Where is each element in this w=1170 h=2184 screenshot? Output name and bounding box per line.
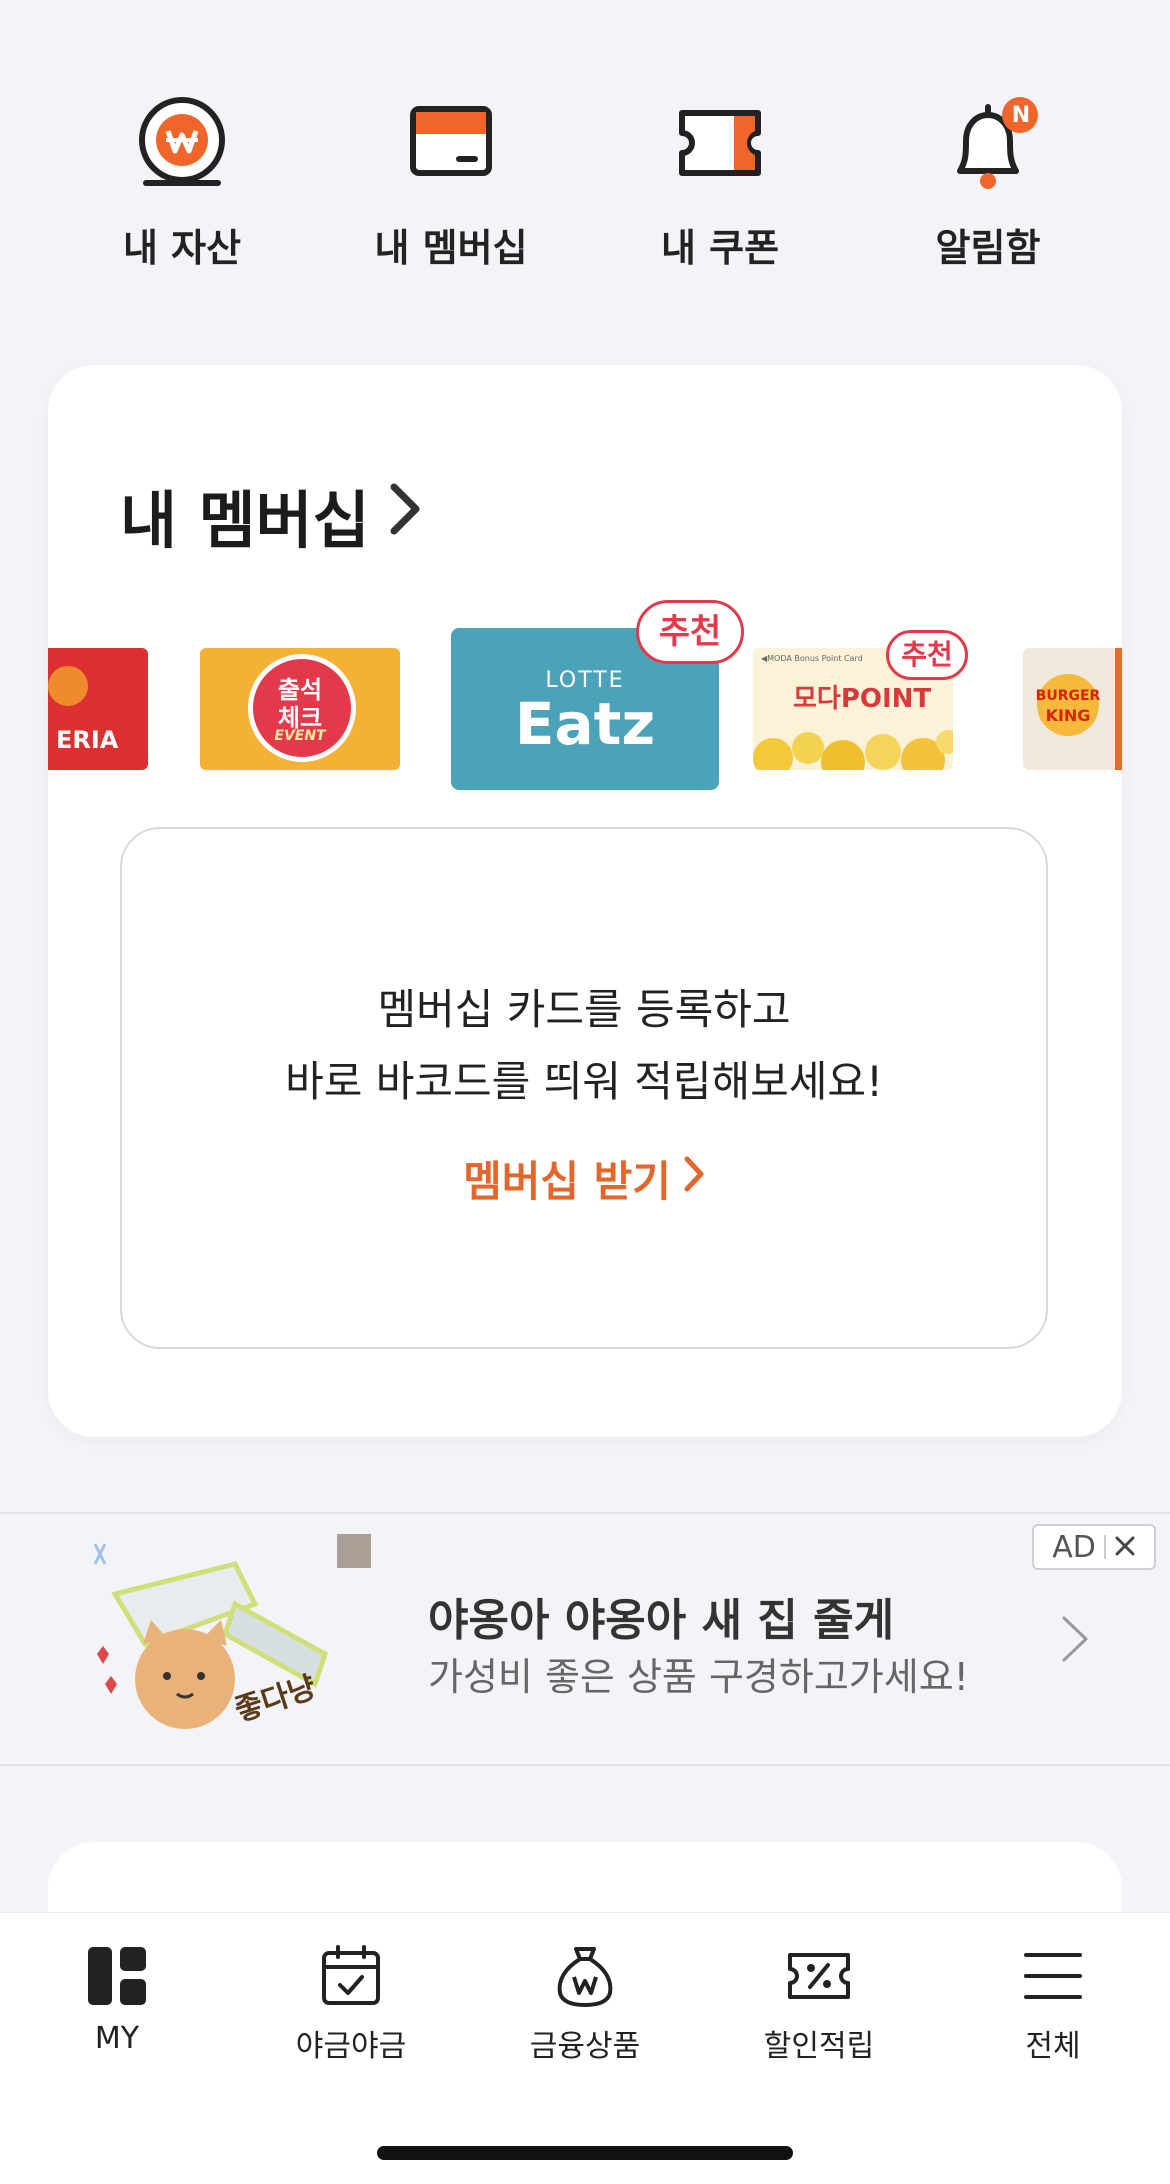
- quick-label-coupon: 내 쿠폰: [660, 226, 780, 270]
- membership-card-burger-king[interactable]: BURGER KING: [1023, 648, 1122, 770]
- ad-image: 좋다냥: [85, 1534, 385, 1744]
- chevron-right-icon: [1060, 1614, 1090, 1668]
- ad-banner[interactable]: 좋다냥 야옹아 야옹아 새 집 줄게 가성비 좋은 상품 구경하고가세요! AD: [0, 1512, 1170, 1766]
- nav-label-discount: 할인적립: [763, 2029, 875, 2064]
- quick-item-membership[interactable]: 내 멤버십: [361, 95, 541, 272]
- quick-menu: 내 자산 내 멤버십 내 쿠폰 N 알림함: [0, 0, 1170, 300]
- nav-label-my: MY: [94, 2021, 140, 2056]
- quick-item-coupon[interactable]: 내 쿠폰: [630, 95, 810, 272]
- close-icon: [1114, 1530, 1136, 1565]
- dashboard-icon: [82, 1941, 152, 2011]
- bottom-nav: MY 야금야금 금융상품 할인적립 전체: [0, 1912, 1170, 2184]
- quick-item-assets[interactable]: 내 자산: [92, 95, 272, 272]
- coupon-icon: [670, 95, 770, 195]
- membership-section: 내 멤버십 ERIA 출석 체크 EVENT LOTTE Eatz 추천 ◀MO…: [48, 365, 1122, 1437]
- membership-register-box: 멤버십 카드를 등록하고 바로 바코드를 띄워 적립해보세요! 멤버십 받기: [120, 827, 1048, 1349]
- quick-label-assets: 내 자산: [122, 226, 242, 270]
- get-membership-button[interactable]: 멤버십 받기: [463, 1148, 705, 1209]
- nav-label-yageum: 야금야금: [295, 2029, 407, 2064]
- card-moda-text: 모다POINT: [793, 684, 932, 714]
- membership-card-lotteria[interactable]: ERIA: [48, 648, 148, 770]
- card-lotteria-text: ERIA: [56, 726, 119, 754]
- calendar-check-icon: [316, 1941, 386, 2011]
- nav-item-discount[interactable]: 할인적립: [719, 1941, 919, 2065]
- bell-icon: N: [938, 95, 1038, 195]
- card-icon: [401, 95, 501, 195]
- nav-label-finance: 금융상품: [529, 2029, 641, 2064]
- quick-item-alarm[interactable]: N 알림함: [898, 95, 1078, 272]
- chevron-right-icon: [388, 479, 422, 552]
- ad-subtext: 가성비 좋은 상품 구경하고가세요!: [428, 1655, 969, 1699]
- nav-label-all: 전체: [1025, 2029, 1081, 2064]
- card-attendance-line3: EVENT: [274, 728, 326, 744]
- membership-card-carousel[interactable]: ERIA 출석 체크 EVENT LOTTE Eatz 추천 ◀MODA Bon…: [48, 600, 1122, 800]
- card-moda-small: ◀MODA Bonus Point Card: [761, 654, 863, 663]
- discount-ticket-icon: [784, 1941, 854, 2011]
- card-bk-line2: KING: [1045, 706, 1091, 725]
- nav-item-my[interactable]: MY: [17, 1941, 217, 2056]
- get-membership-label: 멤버십 받기: [463, 1157, 671, 1206]
- nav-item-yageum[interactable]: 야금야금: [251, 1941, 451, 2065]
- membership-card-attendance[interactable]: 출석 체크 EVENT: [200, 648, 400, 770]
- ad-tag-label: AD: [1052, 1529, 1096, 1565]
- membership-title: 내 멤버십: [120, 484, 370, 557]
- register-text-line2: 바로 바코드를 띄워 적립해보세요!: [285, 1057, 883, 1106]
- membership-title-link[interactable]: 내 멤버십: [120, 470, 422, 560]
- money-bag-icon: [550, 1941, 620, 2011]
- card-eatz-line2: Eatz: [514, 690, 656, 758]
- screen: 내 자산 내 멤버십 내 쿠폰 N 알림함 내 멤버십 ERIA 출석 체크 E…: [0, 0, 1170, 2184]
- register-text-line1: 멤버십 카드를 등록하고: [377, 985, 791, 1034]
- quick-label-membership: 내 멤버십: [374, 226, 528, 270]
- quick-label-alarm: 알림함: [935, 226, 1041, 270]
- nav-item-finance[interactable]: 금융상품: [485, 1941, 685, 2065]
- nav-item-all[interactable]: 전체: [953, 1941, 1153, 2065]
- ad-headline: 야옹아 야옹아 새 집 줄게: [428, 1595, 895, 1646]
- won-coin-icon: [132, 95, 232, 195]
- ad-close-button[interactable]: AD: [1032, 1524, 1156, 1570]
- alarm-new-badge: N: [1011, 103, 1031, 128]
- chevron-right-icon: [683, 1154, 705, 1203]
- recommend-badge: 추천: [636, 600, 744, 664]
- card-bk-line1: BURGER: [1035, 688, 1101, 704]
- menu-icon: [1018, 1941, 1088, 2011]
- home-indicator: [377, 2146, 793, 2160]
- recommend-badge: 추천: [886, 630, 968, 680]
